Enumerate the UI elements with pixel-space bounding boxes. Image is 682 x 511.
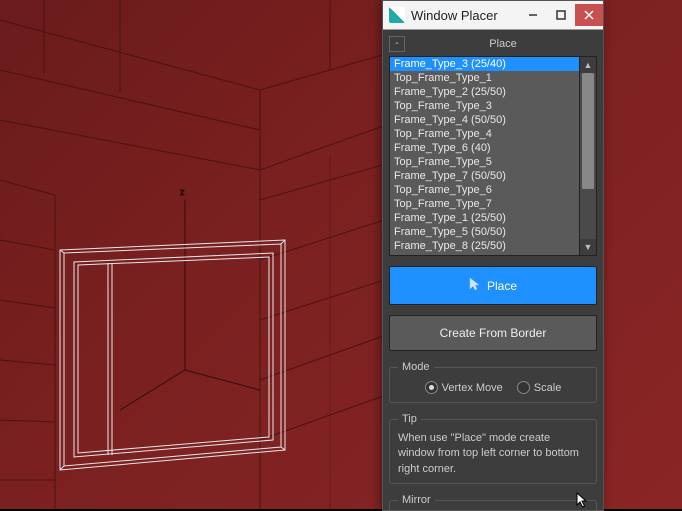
close-icon	[584, 10, 594, 20]
window-title: Window Placer	[411, 8, 519, 23]
maximize-button[interactable]	[547, 4, 575, 26]
window-placer-panel: Window Placer - Place Frame_Type_3 (25/4…	[382, 0, 604, 511]
place-button[interactable]: Place	[389, 266, 597, 305]
radio-label: Scale	[534, 382, 562, 394]
frame-list-item[interactable]: Frame_Type_1 (25/50)	[390, 211, 579, 225]
frame-list-item[interactable]: Frame_Type_4 (50/50)	[390, 113, 579, 127]
create-from-border-button[interactable]: Create From Border	[389, 315, 597, 351]
frame-list-item[interactable]: Frame_Type_6 (40)	[390, 141, 579, 155]
frame-list-item[interactable]: Frame_Type_5 (50/50)	[390, 225, 579, 239]
mirror-group: Mirror	[389, 494, 597, 510]
frame-list-item[interactable]: Top_Frame_Type_6	[390, 183, 579, 197]
title-bar[interactable]: Window Placer	[383, 1, 603, 30]
frame-list-item[interactable]: Frame_Type_8 (25/50)	[390, 239, 579, 253]
frame-list-item[interactable]: Frame_Type_3 (25/40)	[390, 57, 579, 71]
mode-radio-scale[interactable]: Scale	[517, 381, 562, 394]
group-header-place[interactable]: - Place	[389, 36, 597, 52]
frame-list-item[interactable]: Top_Frame_Type_4	[390, 127, 579, 141]
radio-icon	[425, 381, 438, 394]
mode-group: Mode Vertex Move Scale	[389, 361, 597, 403]
scroll-track[interactable]	[580, 73, 596, 239]
close-button[interactable]	[575, 4, 603, 26]
scroll-thumb[interactable]	[582, 73, 594, 189]
tip-group: Tip When use "Place" mode create window …	[389, 413, 597, 484]
frame-type-listbox[interactable]: Frame_Type_3 (25/40)Top_Frame_Type_1Fram…	[389, 56, 597, 256]
listbox-scrollbar[interactable]: ▲ ▼	[579, 57, 596, 255]
scroll-down-arrow-icon[interactable]: ▼	[580, 239, 596, 255]
frame-list-item[interactable]: Frame_Type_9 (50/50)	[390, 253, 579, 255]
radio-label: Vertex Move	[442, 382, 503, 394]
minimize-button[interactable]	[519, 4, 547, 26]
tip-legend: Tip	[398, 413, 421, 425]
svg-text:z: z	[180, 187, 185, 197]
tip-text: When use "Place" mode create window from…	[398, 431, 588, 477]
mirror-legend: Mirror	[398, 494, 435, 506]
mode-legend: Mode	[398, 361, 434, 373]
scroll-up-arrow-icon[interactable]: ▲	[580, 57, 596, 73]
frame-list-item[interactable]: Top_Frame_Type_7	[390, 197, 579, 211]
minimize-icon	[528, 10, 538, 20]
frame-list-item[interactable]: Frame_Type_7 (50/50)	[390, 169, 579, 183]
frame-list-item[interactable]: Frame_Type_2 (25/50)	[390, 85, 579, 99]
frame-list-item[interactable]: Top_Frame_Type_5	[390, 155, 579, 169]
app-icon	[389, 7, 405, 23]
place-button-label: Place	[487, 279, 517, 293]
group-title: Place	[409, 38, 597, 50]
cursor-icon	[469, 277, 481, 294]
mode-radio-vertex-move[interactable]: Vertex Move	[425, 381, 503, 394]
radio-icon	[517, 381, 530, 394]
frame-list-item[interactable]: Top_Frame_Type_3	[390, 99, 579, 113]
frame-list-item[interactable]: Top_Frame_Type_1	[390, 71, 579, 85]
maximize-icon	[556, 10, 566, 20]
collapse-toggle[interactable]: -	[389, 36, 405, 52]
